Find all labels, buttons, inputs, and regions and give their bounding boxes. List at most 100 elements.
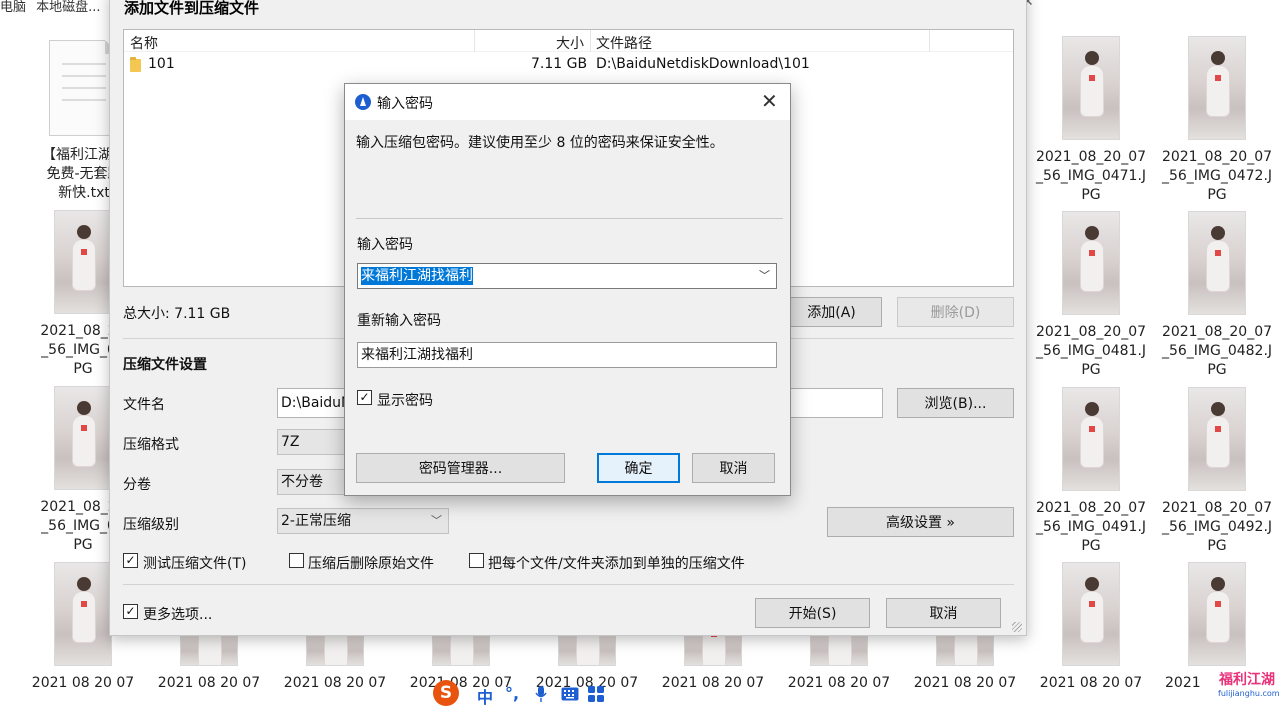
separate-archives-checkbox[interactable] [469, 553, 484, 568]
cancel-button[interactable]: 取消 [886, 598, 1001, 628]
file-name-line: 2021 08 20 07 [787, 675, 891, 691]
file-name-line: _56_IMG_0472.J [1161, 168, 1273, 184]
file-item[interactable]: 2021_08_20_07 _56_IMG_0491.J PG [1035, 387, 1147, 556]
show-password-checkbox[interactable]: ✓ [357, 390, 372, 405]
file-item[interactable]: 2021_08_20_07 _56_IMG_0472.J PG [1161, 36, 1273, 205]
column-path[interactable]: 文件路径 [596, 33, 652, 53]
file-name-line: 2021_08_20_07 [1035, 500, 1147, 516]
file-name-line: 2021_08_20_07 [1161, 324, 1273, 340]
file-name-line: 2021 08 20 07 [283, 675, 387, 691]
test-archive-checkbox[interactable]: ✓ [123, 553, 138, 568]
delete-after-checkbox[interactable] [289, 553, 304, 568]
file-name-line: PG [1207, 362, 1227, 378]
separate-archives-label[interactable]: 把每个文件/文件夹添加到单独的压缩文件 [488, 553, 745, 573]
file-item[interactable]: 2021_08_20_07 _56_IMG_0471.J PG [1035, 36, 1147, 205]
delete-button[interactable]: 删除(D) [897, 297, 1014, 327]
file-name-line: 2021 08 20 07 [157, 675, 261, 691]
watermark-title: 福利江湖 [1219, 672, 1275, 688]
show-password-label[interactable]: 显示密码 [377, 390, 433, 410]
column-size[interactable]: 大小 [556, 33, 584, 53]
sogou-logo-icon[interactable]: S [433, 680, 459, 706]
ime-punctuation[interactable]: °, [505, 684, 519, 703]
reenter-password-input[interactable]: 来福利江湖找福利 [357, 342, 777, 368]
image-thumbnail [54, 386, 112, 490]
toolbox-grid-icon[interactable] [588, 686, 604, 702]
more-options-checkbox[interactable]: ✓ [123, 604, 138, 619]
settings-title: 压缩文件设置 [123, 357, 207, 373]
file-name-line: PG [1081, 362, 1101, 378]
format-value: 7Z [281, 434, 300, 450]
test-archive-label[interactable]: 测试压缩文件(T) [143, 553, 246, 573]
ok-button[interactable]: 确定 [597, 453, 680, 483]
browse-button[interactable]: 浏览(B)... [897, 388, 1014, 418]
more-options-label[interactable]: 更多选项... [143, 604, 212, 624]
folder-icon [130, 57, 141, 72]
row-name: 101 [148, 56, 175, 72]
level-label: 压缩级别 [123, 517, 179, 533]
dialog-titlebar[interactable]: 输入密码 ✕ [345, 84, 790, 120]
file-name-line: 2021 08 20 07 [31, 675, 135, 691]
volume-value: 不分卷 [281, 474, 323, 490]
image-thumbnail [1062, 36, 1120, 140]
image-thumbnail [1188, 562, 1246, 666]
file-list-row[interactable]: 101 7.11 GB D:\BaiduNetdiskDownload\101 [124, 56, 1013, 76]
password-label: 输入密码 [357, 237, 413, 253]
breadcrumb-item[interactable]: 电脑 [0, 0, 26, 15]
file-name-line: _56_IMG_0491.J [1035, 519, 1147, 535]
keyboard-icon[interactable] [561, 687, 579, 701]
file-name-line: 2021_08_20_07 [1035, 324, 1147, 340]
level-value: 2-正常压缩 [281, 513, 351, 529]
image-thumbnail [54, 210, 112, 314]
password-manager-button[interactable]: 密码管理器... [356, 453, 565, 483]
file-name-line: PG [1081, 187, 1101, 203]
file-name-line: PG [1207, 538, 1227, 554]
chevron-down-icon[interactable]: ﹀ [759, 264, 770, 288]
file-name-line: 2021_08_20_07 [1161, 149, 1273, 165]
image-thumbnail [54, 562, 112, 666]
file-name-line: 2021 08 20 07 [661, 675, 765, 691]
microphone-icon[interactable] [535, 685, 547, 703]
image-thumbnail [1188, 387, 1246, 491]
ime-mode[interactable]: 中 [477, 684, 493, 707]
total-size: 总大小: 7.11 GB [123, 306, 231, 322]
resize-grip-icon[interactable] [1012, 622, 1022, 632]
breadcrumb-item[interactable]: 本地磁盘... [36, 0, 100, 15]
file-item[interactable]: 2021_08_20_07 _56_IMG_0481.J PG [1035, 211, 1147, 380]
cancel-button[interactable]: 取消 [692, 453, 775, 483]
breadcrumb: 电脑 本地磁盘... [0, 0, 107, 15]
password-hint: 输入压缩包密码。建议使用至少 8 位的密码来保证安全性。 [356, 135, 724, 151]
file-item[interactable]: 2021 08 20 07 [1035, 562, 1147, 693]
file-item[interactable]: 2021_08_20_07 _56_IMG_0492.J PG [1161, 387, 1273, 556]
delete-after-label[interactable]: 压缩后删除原始文件 [308, 553, 434, 573]
image-thumbnail [1062, 562, 1120, 666]
ime-toolbar: S 中 °, [431, 680, 611, 707]
column-name[interactable]: 名称 [130, 33, 158, 53]
password-input[interactable]: 来福利江湖找福利 ﹀ [357, 263, 777, 289]
image-thumbnail [1188, 211, 1246, 315]
file-name-line: PG [1081, 538, 1101, 554]
add-button[interactable]: 添加(A) [781, 297, 882, 327]
image-thumbnail [1062, 211, 1120, 315]
filename-label: 文件名 [123, 397, 165, 413]
app-logo-icon [355, 94, 371, 110]
image-thumbnail [1188, 36, 1246, 140]
file-name-line: _56_IMG_0492.J [1161, 519, 1273, 535]
volume-label: 分卷 [123, 477, 151, 493]
file-name-line: PG [1207, 187, 1227, 203]
row-path: D:\BaiduNetdiskDownload\101 [596, 56, 810, 72]
file-name-line: 2021 08 20 07 [913, 675, 1017, 691]
file-name-line: 2021_08_20_07 [1161, 500, 1273, 516]
password-dialog: 输入密码 ✕ 输入压缩包密码。建议使用至少 8 位的密码来保证安全性。 输入密码… [344, 83, 791, 496]
file-name-line: 2021 08 20 07 [1039, 675, 1143, 691]
file-item[interactable]: 2021_08_20_07 _56_IMG_0482.J PG [1161, 211, 1273, 380]
file-name-line: 2021_08_20_07 [1035, 149, 1147, 165]
advanced-settings-button[interactable]: 高级设置 » [827, 507, 1014, 537]
dialog-title: 输入密码 [377, 96, 433, 112]
reenter-label: 重新输入密码 [357, 313, 441, 329]
level-select[interactable]: 2-正常压缩 ﹀ [277, 508, 449, 534]
close-icon[interactable]: ✕ [761, 89, 778, 113]
start-button[interactable]: 开始(S) [755, 598, 870, 628]
file-list-header: 名称 大小 文件路径 [124, 30, 1013, 52]
dialog-title: 添加文件到压缩文件 [124, 0, 260, 17]
file-name-line: _56_IMG_0471.J [1035, 168, 1147, 184]
